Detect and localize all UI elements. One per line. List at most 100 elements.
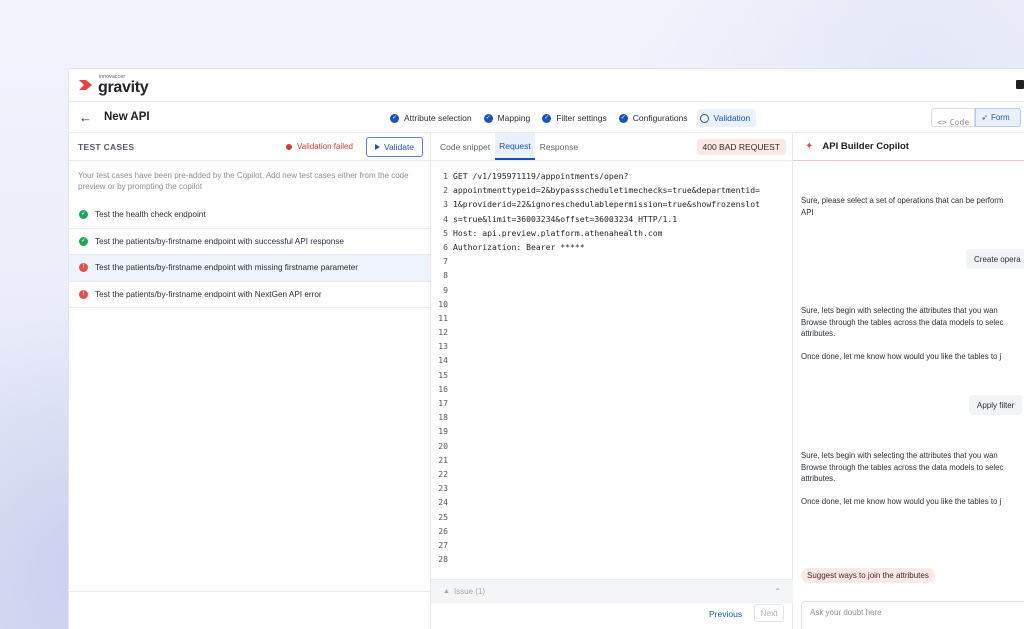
chat-input[interactable] xyxy=(810,608,1020,617)
test-cases-description: Your test cases have been pre-added by t… xyxy=(78,171,409,191)
step-label: Filter settings xyxy=(556,113,607,123)
code-line: 26 xyxy=(431,524,792,538)
page-title: New API xyxy=(104,111,150,123)
code-line: 11 xyxy=(431,311,792,325)
fail-icon: ! xyxy=(79,263,88,273)
code-line: 7 xyxy=(431,254,792,268)
line-number: 16 xyxy=(438,383,448,394)
tab-response[interactable]: Response xyxy=(536,133,582,160)
main-columns: TEST CASES Validation failed Validate Yo… xyxy=(69,133,1024,629)
line-number: 1 xyxy=(443,171,448,181)
stepper: ✓ Attribute selection ✓ Mapping ✓ Filter… xyxy=(387,109,759,127)
tab-code-snippet[interactable]: Code snippet xyxy=(436,133,494,160)
suggestion-chip[interactable]: Suggest ways to join the attributes xyxy=(801,568,935,583)
line-content: 1&providerid=22&ignoreschedulablepermiss… xyxy=(453,199,760,210)
line-content: Authorization: Bearer ***** xyxy=(453,241,585,252)
code-line: 14 xyxy=(431,353,792,367)
line-content: appointmenttypeid=2&bypassscheduletimech… xyxy=(453,185,760,196)
line-number: 28 xyxy=(438,554,448,565)
code-line: 2 appointmenttypeid=2&bypassscheduletimec… xyxy=(431,183,792,197)
code-line: 4 s=true&limit=36003234&offset=36003234 H… xyxy=(431,212,792,226)
previous-button[interactable]: Previous xyxy=(709,609,742,619)
code-panel: Code snippet Request Response 400 BAD RE… xyxy=(431,133,793,629)
line-number: 11 xyxy=(438,312,448,323)
message-line: Browse through the tables across the dat… xyxy=(801,317,1004,327)
line-number: 8 xyxy=(443,270,448,281)
line-number: 12 xyxy=(438,327,448,338)
navigation-bar: Previous Next xyxy=(431,603,793,629)
step-configurations[interactable]: ✓ Configurations xyxy=(616,109,694,127)
code-line: 13 xyxy=(431,339,792,353)
chat-thread: Sure, please select a set of operations … xyxy=(793,161,1024,629)
test-case-item[interactable]: ✓ Test the patients/by-firstname endpoin… xyxy=(69,229,430,255)
check-icon: ✓ xyxy=(542,113,552,123)
line-content: GET /v1/195971119/appointments/open? xyxy=(453,171,629,181)
user-action-filter[interactable]: Apply filter xyxy=(969,395,1023,415)
validate-button[interactable]: Validate xyxy=(366,137,423,157)
page-header: ← New API ✓ Attribute selection ✓ Mappin… xyxy=(69,102,1024,133)
chevron-up-icon[interactable]: ⌃ xyxy=(774,587,781,596)
form-mode-label: Form xyxy=(990,113,1010,122)
test-case-item[interactable]: ! Test the patients/by-firstname endpoin… xyxy=(69,282,430,308)
code-viewer[interactable]: 1 GET /v1/195971119/appointments/open? 2 ap… xyxy=(431,161,792,566)
line-number: 21 xyxy=(438,454,448,465)
mode-toggle: <> Code ➶ Form xyxy=(931,108,1022,127)
step-validation[interactable]: Validation xyxy=(696,109,757,127)
code-brackets-icon: <> xyxy=(937,116,947,127)
message-line: Sure, lets begin with selecting the attr… xyxy=(801,451,998,460)
pass-check-icon: ✓ xyxy=(79,210,88,220)
issue-bar[interactable]: ▲ Issue (1) ⌃ xyxy=(431,579,793,603)
line-number: 4 xyxy=(443,213,448,224)
test-cases-panel: TEST CASES Validation failed Validate Yo… xyxy=(69,133,431,629)
test-cases-header: TEST CASES Validation failed Validate xyxy=(69,133,430,161)
message-line: Browse through the tables across the dat… xyxy=(801,462,1004,472)
chat-message: Sure, lets begin with selecting the attr… xyxy=(801,305,1003,363)
user-action-create[interactable]: Create opera xyxy=(966,249,1024,269)
chat-message: Sure, please select a set of operations … xyxy=(801,195,1003,218)
chat-message: Sure, lets begin with selecting the attr… xyxy=(801,450,1003,508)
issue-label: Issue (1) xyxy=(453,587,486,596)
line-number: 20 xyxy=(438,440,448,451)
message-line xyxy=(801,340,1003,352)
tab-request[interactable]: Request xyxy=(495,133,535,160)
message-line: Sure, please select a set of operations … xyxy=(801,196,1004,205)
code-mode-button[interactable]: <> Code xyxy=(931,108,976,127)
pointer-icon: ➶ xyxy=(981,113,988,122)
step-label: Attribute selection xyxy=(404,113,472,123)
code-line: 22 xyxy=(431,467,792,481)
test-case-item[interactable]: ✓ Test the health check endpoint xyxy=(69,202,430,229)
code-line: 1 GET /v1/195971119/appointments/open? xyxy=(431,169,792,183)
chat-icon[interactable] xyxy=(1016,80,1024,89)
line-number: 14 xyxy=(438,355,448,366)
copilot-panel: ✦ API Builder Copilot Sure, please selec… xyxy=(793,133,1024,629)
error-dot-icon xyxy=(286,143,292,150)
next-button[interactable]: Next xyxy=(754,604,784,622)
line-number: 19 xyxy=(438,426,448,437)
step-filter-settings[interactable]: ✓ Filter settings xyxy=(539,109,613,127)
code-line: 19 xyxy=(431,424,792,438)
copilot-header: ✦ API Builder Copilot xyxy=(793,133,1024,161)
back-arrow-icon[interactable]: ← xyxy=(79,111,92,124)
step-attribute-selection[interactable]: ✓ Attribute selection xyxy=(387,109,478,127)
test-case-label: Test the health check endpoint xyxy=(95,210,206,220)
logo: innovaccer gravity xyxy=(98,74,149,96)
step-label: Mapping xyxy=(497,113,531,123)
form-mode-button[interactable]: ➶ Form xyxy=(975,108,1022,127)
test-case-label: Test the patients/by-firstname endpoint … xyxy=(95,289,322,299)
play-icon xyxy=(374,144,380,150)
test-case-item[interactable]: ! Test the patients/by-firstname endpoin… xyxy=(69,255,430,282)
sparkle-icon: ✦ xyxy=(805,141,814,152)
warning-icon: ▲ xyxy=(443,588,450,595)
code-line: 9 xyxy=(431,283,792,297)
app-window: innovaccer gravity ← New API ✓ Attribute… xyxy=(69,69,1024,629)
line-number: 22 xyxy=(438,468,448,479)
step-mapping[interactable]: ✓ Mapping xyxy=(481,109,537,127)
line-number: 6 xyxy=(443,241,448,252)
code-line: 20 xyxy=(431,439,792,453)
message-line: Once done, let me know how would you lik… xyxy=(801,352,1002,361)
code-line: 6 Authorization: Bearer ***** xyxy=(431,240,792,254)
line-number: 9 xyxy=(443,284,448,295)
circle-icon xyxy=(699,113,709,123)
code-line: 25 xyxy=(431,510,792,524)
check-icon: ✓ xyxy=(483,113,493,123)
